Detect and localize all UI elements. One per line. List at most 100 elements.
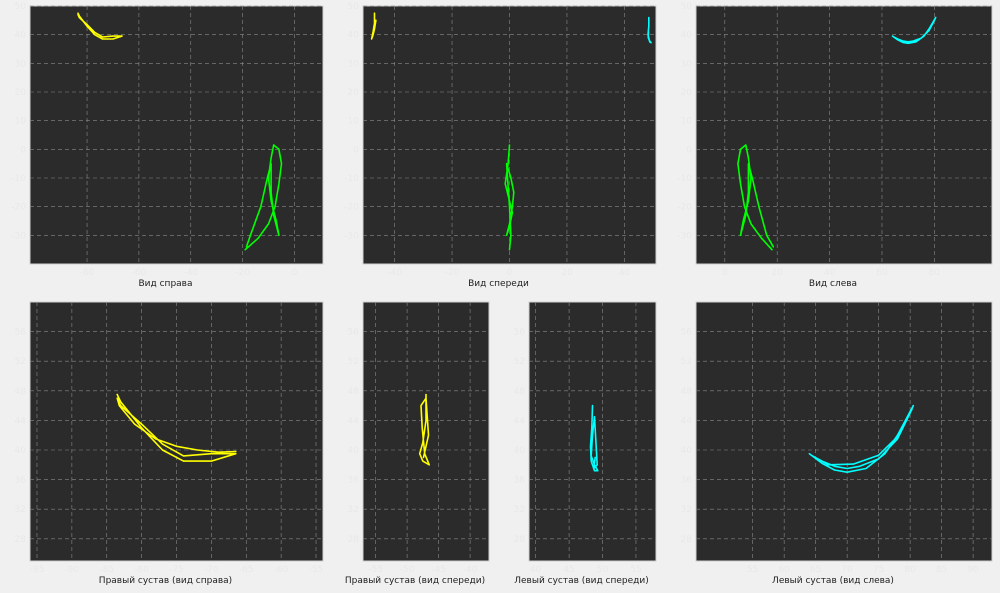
y-tick-label: 40 (681, 446, 693, 456)
y-tick-label: 56 (681, 328, 693, 338)
x-tick-label: -55 (309, 565, 324, 575)
x-tick-label: 75 (873, 565, 884, 575)
x-tick-label: 20 (561, 268, 573, 278)
plot-svg: 55 60 65 70 75 80 85 90 28 32 36 40 44 48 52 56 (681, 301, 993, 575)
y-tick-label: 32 (514, 505, 525, 515)
x-tick-label: 80 (904, 565, 916, 575)
x-tick-label: -20 (235, 268, 250, 278)
plot-svg: 0 20 40 60 80 -30 -20 -10 0 10 20 30 40 50 (677, 2, 993, 278)
y-tick-label: 10 (15, 117, 27, 127)
y-tick-label: 32 (15, 505, 26, 515)
y-tick-label: 48 (348, 387, 360, 397)
plot-panel: -40 -20 0 20 40 -30 -20 -10 0 10 20 30 40 50 Вид спере… (333, 0, 664, 296)
x-tick-label: -20 (445, 268, 460, 278)
x-tick-label: -40 (463, 565, 478, 575)
y-tick-label: 40 (15, 446, 27, 456)
y-tick-label: -10 (677, 174, 692, 184)
plot-svg: -40 -20 0 20 40 -30 -20 -10 0 10 20 30 40 50 (344, 2, 657, 278)
y-tick-label: 0 (686, 145, 692, 155)
y-tick-label: 52 (348, 357, 359, 367)
x-tick-label: -75 (169, 565, 184, 575)
y-tick-label: -10 (11, 174, 26, 184)
x-tick-label: 40 (619, 268, 631, 278)
y-tick-label: 10 (681, 117, 693, 127)
x-tick-label: 0 (507, 268, 513, 278)
y-tick-label: 28 (15, 535, 27, 545)
y-tick-label: 32 (348, 505, 359, 515)
x-tick-label: 0 (722, 268, 728, 278)
plot-caption: Правый сустав (вид справа) (98, 576, 233, 586)
plot-panel: -55 -50 -45 -40 28 32 36 40 44 48 52 56 Правый суста… (333, 296, 497, 593)
x-tick-label: -95 (30, 565, 45, 575)
y-tick-label: 44 (681, 416, 693, 426)
y-tick-label: 0 (353, 145, 359, 155)
y-tick-label: 30 (348, 59, 360, 69)
plot-panel: 55 60 65 70 75 80 85 90 28 32 36 40 44 48 52 56 Левый су… (666, 296, 1000, 593)
y-tick-label: 48 (15, 387, 27, 397)
x-tick-label: 90 (967, 565, 979, 575)
y-tick-label: 36 (681, 476, 693, 486)
y-tick-label: 44 (514, 416, 526, 426)
y-tick-label: 56 (15, 328, 27, 338)
plot-svg: -95 -90 -85 -80 -75 -70 -65 -60 -55 28 32 36 40 44 48 5… (15, 301, 324, 575)
y-tick-label: 40 (348, 446, 360, 456)
y-tick-label: -20 (11, 203, 26, 213)
x-tick-label: -80 (80, 268, 95, 278)
y-tick-label: 56 (514, 328, 526, 338)
x-tick-label: -60 (274, 565, 289, 575)
y-tick-label: 0 (20, 145, 26, 155)
x-tick-label: -40 (387, 268, 402, 278)
x-tick-label: -50 (400, 565, 415, 575)
x-tick-label: 60 (778, 565, 790, 575)
x-tick-label: 85 (936, 565, 947, 575)
x-tick-label: 60 (876, 268, 888, 278)
y-tick-label: -30 (11, 231, 26, 241)
x-tick-label: 40 (530, 565, 542, 575)
y-tick-label: 44 (15, 416, 27, 426)
y-tick-label: 40 (514, 446, 526, 456)
x-tick-label: 40 (824, 268, 836, 278)
y-tick-label: 20 (348, 88, 360, 98)
plot-area (29, 5, 324, 265)
x-tick-label: -55 (368, 565, 383, 575)
y-tick-label: 52 (15, 357, 26, 367)
plot-caption: Вид справа (138, 279, 193, 289)
plot-panel: 0 20 40 60 80 -30 -20 -10 0 10 20 30 40 50 Вид слева (666, 0, 1000, 296)
y-tick-label: -20 (677, 203, 692, 213)
y-tick-label: 28 (348, 535, 360, 545)
y-tick-label: -30 (344, 231, 359, 241)
plot-caption: Вид спереди (468, 279, 529, 289)
x-tick-label: 50 (597, 565, 609, 575)
y-tick-label: 36 (348, 476, 360, 486)
y-tick-label: 50 (681, 2, 693, 12)
plot-svg: -55 -50 -45 -40 28 32 36 40 44 48 52 56 (348, 301, 490, 575)
x-tick-label: 70 (841, 565, 853, 575)
plot-area (695, 5, 993, 265)
y-tick-label: 40 (15, 31, 27, 41)
x-tick-label: 55 (747, 565, 758, 575)
y-tick-label: 52 (681, 357, 692, 367)
y-tick-label: 28 (681, 535, 693, 545)
y-tick-label: 10 (348, 117, 360, 127)
y-tick-label: 48 (514, 387, 526, 397)
y-tick-label: 52 (514, 357, 525, 367)
x-tick-label: -45 (431, 565, 446, 575)
plot-area (695, 301, 993, 562)
plot-svg: -80 -60 -40 -20 0 -30 -20 -10 0 10 20 30 40 50 (11, 2, 324, 278)
plot-caption: Левый сустав (вид спереди) (514, 576, 649, 586)
x-tick-label: -60 (132, 268, 147, 278)
x-tick-label: 0 (292, 268, 298, 278)
y-tick-label: -30 (677, 231, 692, 241)
x-tick-label: 20 (771, 268, 783, 278)
y-tick-label: 44 (348, 416, 360, 426)
y-tick-label: 30 (15, 59, 27, 69)
plot-caption: Вид слева (808, 279, 858, 289)
plot-caption: Правый сустав (вид спереди) (344, 576, 486, 586)
plot-panel: 40 45 50 55 28 32 36 40 44 48 52 56 Левый сустав (ви… (499, 296, 664, 593)
plot-panel: -80 -60 -40 -20 0 -30 -20 -10 0 10 20 30 40 50 Вид спр… (0, 0, 331, 296)
x-tick-label: 80 (929, 268, 941, 278)
x-tick-label: -80 (134, 565, 149, 575)
y-tick-label: 20 (681, 88, 693, 98)
y-tick-label: 40 (348, 31, 360, 41)
y-tick-label: 20 (15, 88, 27, 98)
